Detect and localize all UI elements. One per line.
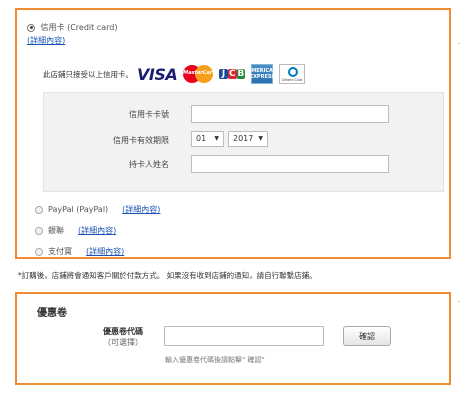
payment-side-mark: ·: [458, 40, 461, 48]
amex-logo: AMERICAN EXPRESS: [247, 64, 277, 84]
alipay-details-link[interactable]: (詳細內容): [86, 246, 124, 257]
mastercard-logo-text: MasterCard: [183, 70, 216, 76]
card-number-row: 信用卡卡號: [44, 105, 443, 125]
card-holder-label: 持卡人姓名: [129, 160, 169, 169]
jcb-logo-c: C: [227, 69, 237, 79]
coupon-side-mark: ·: [458, 298, 461, 306]
jcb-logo: J C B: [219, 64, 246, 84]
card-number-input[interactable]: [191, 105, 389, 123]
coupon-confirm-button[interactable]: 確認: [343, 326, 391, 346]
unionpay-details-link[interactable]: (詳細內容): [78, 225, 116, 236]
paypal-radio[interactable]: [35, 205, 43, 214]
coupon-optional-text: （可選擇）: [103, 338, 143, 347]
chevron-down-icon: ▼: [258, 135, 263, 142]
credit-card-radio[interactable]: [27, 23, 35, 32]
amex-logo-text: AMERICAN EXPRESS: [247, 68, 278, 80]
payment-notice: *訂購後，店鋪將會通知客戶關於付款方式。 如果沒有收到店鋪的通知，請自行聯繫店鋪…: [18, 271, 317, 280]
unionpay-label[interactable]: 銀聯: [48, 225, 64, 236]
paypal-details-link[interactable]: (詳細內容): [122, 204, 160, 215]
credit-card-option[interactable]: 信用卡 (Credit card): [27, 22, 117, 33]
chevron-down-icon: ▼: [214, 135, 219, 142]
coupon-panel: 優惠卷 優惠卷代碼 （可選擇） 確認 輸入優惠卷代碼後請點擊" 確認": [15, 292, 451, 385]
expiry-month-select[interactable]: 01 ▼: [191, 131, 224, 147]
coupon-title: 優惠卷: [37, 308, 67, 319]
paypal-option[interactable]: PayPal (PayPal) (詳細內容): [35, 204, 160, 215]
expiry-month-value: 01: [196, 134, 207, 143]
card-expiry-row: 信用卡有效期限 01 ▼ 2017 ▼: [44, 131, 443, 151]
jcb-logo-j: J: [219, 69, 228, 79]
accepted-cards-row: 此店鋪只接受以上信用卡。 VISA MasterCard J C B AMERI…: [43, 60, 311, 88]
accepted-cards-text: 此店鋪只接受以上信用卡。: [43, 69, 133, 79]
expiry-year-value: 2017: [233, 134, 254, 143]
payment-method-panel: 信用卡 (Credit card) (詳細內容) 此店鋪只接受以上信用卡。 VI…: [15, 8, 451, 259]
diners-club-logo: Diners Club: [279, 64, 306, 84]
card-number-label: 信用卡卡號: [129, 110, 169, 119]
card-holder-row: 持卡人姓名: [44, 155, 443, 175]
card-holder-input[interactable]: [191, 155, 389, 173]
credit-card-form: 信用卡卡號 信用卡有效期限 01 ▼ 2017 ▼ 持卡人姓名: [43, 92, 444, 192]
diners-club-logo-text: Diners Club: [282, 78, 303, 82]
coupon-code-input[interactable]: [164, 326, 324, 346]
alipay-option[interactable]: 支付寶 (詳細內容): [35, 246, 124, 257]
visa-logo: VISA: [137, 64, 178, 84]
mastercard-logo: MasterCard: [183, 65, 216, 83]
expiry-year-select[interactable]: 2017 ▼: [228, 131, 268, 147]
unionpay-option[interactable]: 銀聯 (詳細內容): [35, 225, 116, 236]
coupon-code-label: 優惠卷代碼: [103, 327, 143, 336]
jcb-logo-b: B: [236, 69, 246, 79]
credit-card-label[interactable]: 信用卡 (Credit card): [41, 23, 118, 32]
credit-card-details-link[interactable]: (詳細內容): [27, 36, 65, 45]
unionpay-radio[interactable]: [35, 226, 43, 235]
alipay-label[interactable]: 支付寶: [48, 246, 72, 257]
alipay-radio[interactable]: [35, 247, 43, 256]
card-expiry-label: 信用卡有效期限: [113, 136, 169, 145]
paypal-label[interactable]: PayPal (PayPal): [48, 205, 108, 214]
coupon-hint: 輸入優惠卷代碼後請點擊" 確認": [165, 356, 265, 364]
